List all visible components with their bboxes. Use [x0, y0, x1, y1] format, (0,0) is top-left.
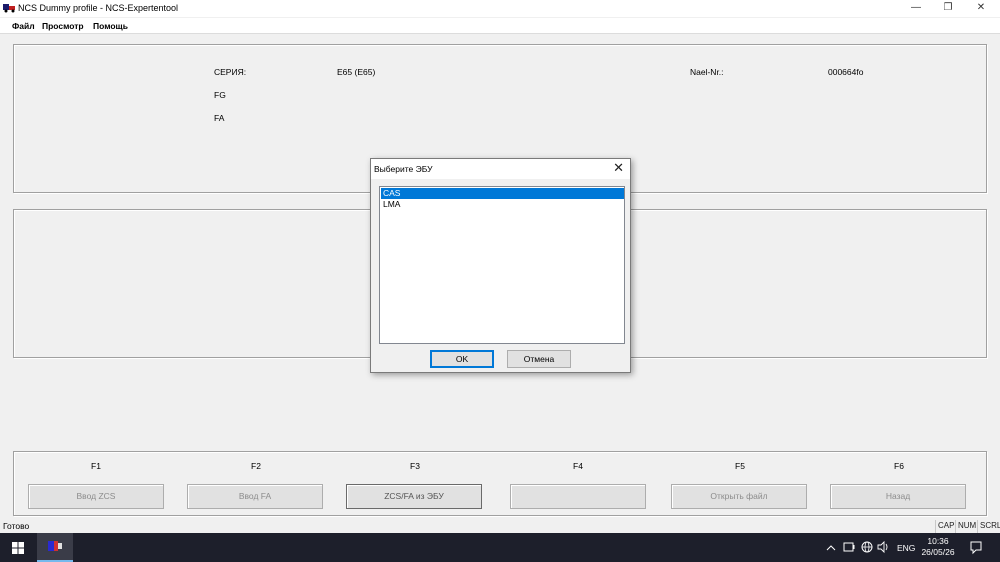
num-indicator: NUM — [955, 520, 978, 533]
fkey-label-f3: F3 — [410, 461, 420, 471]
minimize-button[interactable]: — — [903, 0, 929, 17]
menu-file[interactable]: Файл — [12, 21, 35, 31]
dialog-title-bar: Выберите ЭБУ ✕ — [371, 159, 630, 179]
restore-button[interactable]: ❐ — [935, 0, 961, 17]
back-button[interactable]: Назад — [830, 484, 966, 509]
volume-icon[interactable] — [876, 533, 890, 562]
close-button[interactable]: ✕ — [968, 0, 994, 17]
nael-value: 000664fo — [828, 67, 864, 77]
start-button[interactable] — [0, 533, 36, 562]
fkey-label-f2: F2 — [251, 461, 261, 471]
dialog-title: Выберите ЭБУ — [374, 164, 433, 174]
cancel-button[interactable]: Отмена — [507, 350, 571, 368]
enter-fa-button[interactable]: Ввод FA — [187, 484, 323, 509]
ncs-app-icon — [48, 541, 62, 551]
fkey-label-f6: F6 — [894, 461, 904, 471]
ok-button[interactable]: OK — [430, 350, 494, 368]
menu-bar: Файл Просмотр Помощь — [0, 18, 1000, 34]
chevron-up-icon[interactable] — [826, 533, 836, 562]
clock-time: 10:36 — [927, 536, 949, 546]
fkey-label-f5: F5 — [735, 461, 745, 471]
notification-icon[interactable] — [968, 533, 984, 562]
ecu-listbox[interactable]: CAS LMA — [379, 186, 625, 344]
clock-date: 26/05/26 — [921, 547, 955, 557]
fkey-label-f4: F4 — [573, 461, 583, 471]
clock[interactable]: 10:36 26/05/26 — [920, 536, 956, 558]
window-title: NCS Dummy profile - NCS-Expertentool — [18, 3, 179, 13]
battery-icon[interactable] — [842, 533, 856, 562]
list-item-cas[interactable]: CAS — [381, 188, 624, 199]
nael-label: Nael-Nr.: — [690, 67, 724, 77]
menu-view[interactable]: Просмотр — [42, 21, 84, 31]
select-ecu-dialog: Выберите ЭБУ ✕ CAS LMA OK Отмена — [370, 158, 631, 373]
zcs-fa-from-ecu-button[interactable]: ZCS/FA из ЭБУ — [346, 484, 482, 509]
enter-zcs-button[interactable]: Ввод ZCS — [28, 484, 164, 509]
scroll-indicator: SCRL — [977, 520, 1000, 533]
taskbar-app-ncs[interactable] — [37, 533, 73, 562]
windows-logo-icon — [12, 542, 24, 554]
language-indicator[interactable]: ENG — [897, 543, 915, 555]
status-text: Готово — [3, 521, 30, 531]
series-value: E65 (E65) — [337, 67, 376, 77]
series-label: СЕРИЯ: — [214, 67, 247, 77]
fg-label: FG — [214, 90, 226, 100]
caps-indicator: CAP — [935, 520, 956, 533]
network-globe-icon[interactable] — [860, 533, 874, 562]
function-keys-group: F1 F2 F3 F4 F5 F6 Ввод ZCS Ввод FA ZCS/F… — [13, 451, 987, 516]
list-item-lma[interactable]: LMA — [381, 199, 624, 210]
open-file-button[interactable]: Открыть файл — [671, 484, 807, 509]
dialog-close-button[interactable]: ✕ — [613, 161, 624, 175]
app-car-icon — [3, 4, 15, 13]
fa-label: FA — [214, 113, 225, 123]
title-bar: NCS Dummy profile - NCS-Expertentool — ❐… — [0, 0, 1000, 17]
status-bar: Готово CAP NUM SCRL — [0, 520, 1000, 533]
taskbar: ENG 10:36 26/05/26 — [0, 533, 1000, 562]
f4-button[interactable] — [510, 484, 646, 509]
menu-help[interactable]: Помощь — [93, 21, 128, 31]
fkey-label-f1: F1 — [91, 461, 101, 471]
